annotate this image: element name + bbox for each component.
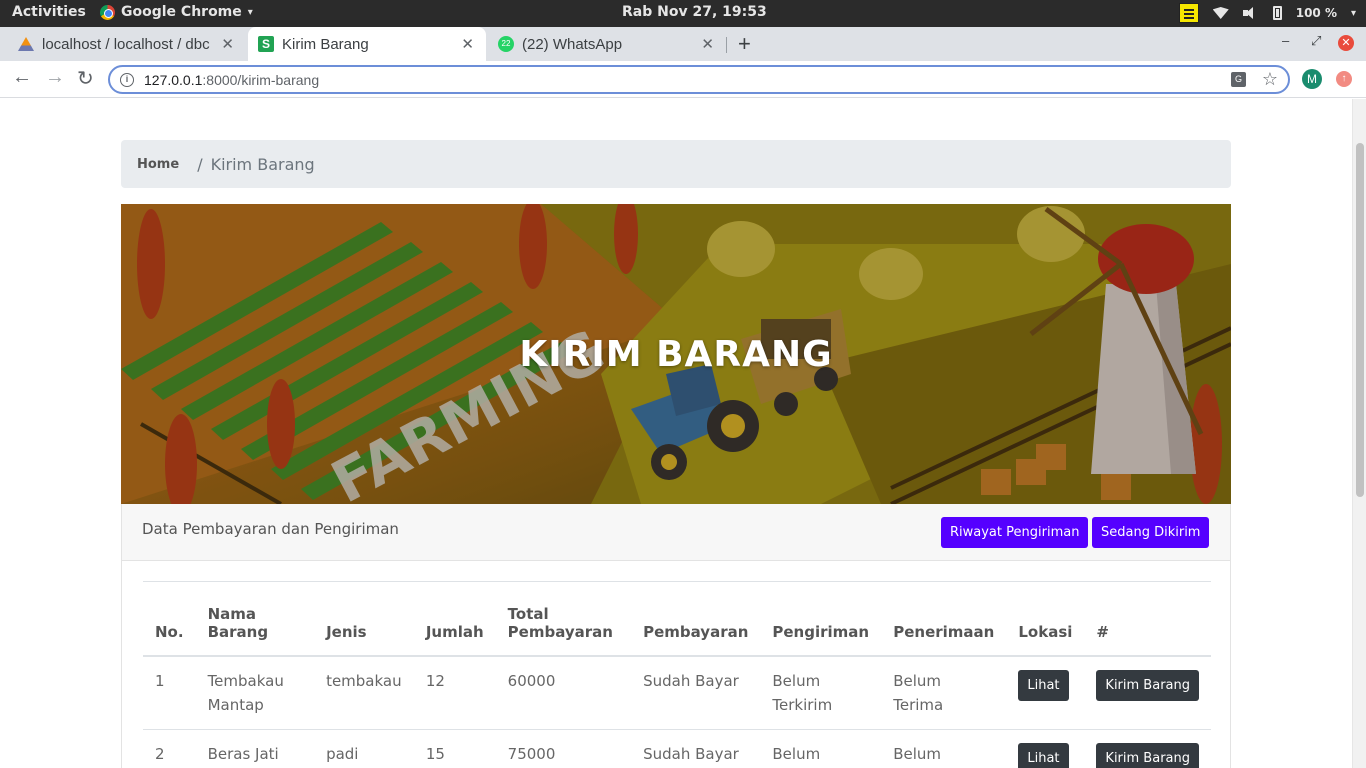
cell-no: 1 bbox=[143, 655, 196, 730]
tab-title: (22) WhatsApp bbox=[522, 35, 623, 53]
back-arrow-icon[interactable]: ← bbox=[12, 66, 32, 89]
translate-icon[interactable]: G bbox=[1231, 72, 1246, 87]
close-icon[interactable]: ✕ bbox=[701, 35, 714, 53]
cell-pengiriman: Belum bbox=[760, 729, 882, 768]
bookmark-star-icon[interactable]: ☆ bbox=[1262, 69, 1278, 90]
tab-kirim-barang[interactable]: S Kirim Barang ✕ bbox=[248, 27, 486, 61]
cell-penerimaan: Belum Terima bbox=[881, 655, 1007, 730]
chrome-icon bbox=[100, 4, 115, 20]
volume-icon bbox=[1242, 7, 1259, 19]
site-info-icon[interactable]: i bbox=[120, 72, 134, 87]
whatsapp-icon: 22 bbox=[498, 36, 514, 52]
url-host: 127.0.0.1 bbox=[144, 71, 203, 88]
cell-lokasi: Lihat bbox=[1006, 729, 1085, 768]
column-header: Total Pembayaran bbox=[495, 581, 632, 657]
breadcrumb-home-link[interactable]: Home bbox=[137, 157, 179, 172]
lihat-button[interactable]: Lihat bbox=[1018, 669, 1069, 701]
sedang-dikirim-button[interactable]: Sedang Dikirim bbox=[1092, 517, 1210, 548]
phpmyadmin-icon bbox=[18, 37, 34, 51]
column-header: Pengiriman bbox=[760, 581, 882, 657]
tab-divider bbox=[726, 37, 727, 53]
table-row: 1 Tembakau Mantap tembakau 12 60000 Suda… bbox=[143, 655, 1211, 730]
column-header: Nama Barang bbox=[195, 581, 315, 657]
cell-pembayaran: Sudah Bayar bbox=[631, 655, 761, 730]
breadcrumb: Home / Kirim Barang bbox=[121, 140, 1231, 188]
page-title: KIRIM BARANG bbox=[519, 334, 833, 375]
card-body: No. Nama Barang Jenis Jumlah Total Pemba… bbox=[121, 561, 1231, 768]
system-top-bar: Activities Google Chrome ▾ Rab Nov 27, 1… bbox=[0, 0, 1366, 27]
tab-title: Kirim Barang bbox=[282, 35, 369, 53]
cell-aksi: Kirim Barang bbox=[1084, 729, 1211, 768]
table-header-row: No. Nama Barang Jenis Jumlah Total Pemba… bbox=[143, 581, 1211, 657]
cell-nama-barang: Tembakau Mantap bbox=[195, 655, 315, 730]
cell-no: 2 bbox=[143, 729, 196, 768]
cell-nama-barang: Beras Jati bbox=[195, 729, 315, 768]
scrollbar-thumb[interactable] bbox=[1356, 143, 1364, 497]
browser-toolbar: ← → ↻ i 127.0.0.1:8000/kirim-barang G ☆ … bbox=[0, 61, 1366, 98]
maximize-button[interactable]: ⤢ bbox=[1311, 33, 1321, 49]
page-viewport: Home / Kirim Barang FARMING KIRIM BARANG… bbox=[0, 99, 1366, 768]
page-scrollbar[interactable] bbox=[1352, 99, 1366, 768]
new-tab-button[interactable]: + bbox=[738, 31, 751, 57]
kirim-barang-button[interactable]: Kirim Barang bbox=[1096, 742, 1199, 768]
chevron-down-icon: ▾ bbox=[247, 6, 253, 18]
app-menu[interactable]: Google Chrome ▾ bbox=[100, 4, 253, 20]
clock[interactable]: Rab Nov 27, 19:53 bbox=[622, 4, 767, 20]
cell-lokasi: Lihat bbox=[1006, 655, 1085, 730]
notes-indicator-icon[interactable] bbox=[1178, 3, 1199, 23]
tab-strip: localhost / localhost / dbc ✕ S Kirim Ba… bbox=[0, 27, 1366, 61]
breadcrumb-current: Kirim Barang bbox=[210, 154, 315, 174]
window-close-button[interactable]: ✕ bbox=[1338, 35, 1354, 51]
cell-pembayaran: Sudah Bayar bbox=[631, 729, 761, 768]
tab-whatsapp[interactable]: 22 (22) WhatsApp ✕ bbox=[488, 27, 726, 61]
battery-percent: 100 % bbox=[1295, 6, 1337, 20]
url-path: :8000/kirim-barang bbox=[202, 71, 320, 88]
url-text[interactable]: 127.0.0.1:8000/kirim-barang bbox=[144, 72, 319, 88]
activities-button[interactable]: Activities bbox=[12, 4, 86, 20]
kirim-barang-button[interactable]: Kirim Barang bbox=[1096, 669, 1199, 701]
breadcrumb-separator: / bbox=[197, 154, 203, 174]
app-name: Google Chrome bbox=[121, 4, 242, 20]
update-icon[interactable]: ↑ bbox=[1336, 71, 1352, 87]
cell-jumlah: 12 bbox=[413, 655, 496, 730]
lihat-button[interactable]: Lihat bbox=[1018, 742, 1069, 768]
cell-aksi: Kirim Barang bbox=[1084, 655, 1211, 730]
card-title: Data Pembayaran dan Pengiriman bbox=[142, 520, 399, 538]
cell-total: 75000 bbox=[495, 729, 632, 768]
cell-jenis: tembakau bbox=[314, 655, 414, 730]
column-header: # bbox=[1084, 581, 1211, 657]
riwayat-pengiriman-button[interactable]: Riwayat Pengiriman bbox=[941, 517, 1089, 548]
minimize-button[interactable]: – bbox=[1282, 33, 1289, 48]
shipment-table: No. Nama Barang Jenis Jumlah Total Pemba… bbox=[143, 581, 1211, 768]
column-header: No. bbox=[143, 581, 196, 657]
forward-arrow-icon[interactable]: → bbox=[45, 66, 65, 89]
close-icon[interactable]: ✕ bbox=[461, 35, 474, 53]
cell-jumlah: 15 bbox=[413, 729, 496, 768]
column-header: Jumlah bbox=[413, 581, 496, 657]
column-header: Lokasi bbox=[1006, 581, 1085, 657]
close-icon[interactable]: ✕ bbox=[221, 35, 234, 53]
column-header: Penerimaan bbox=[881, 581, 1007, 657]
battery-icon bbox=[1272, 6, 1282, 20]
address-bar[interactable]: i 127.0.0.1:8000/kirim-barang G ☆ bbox=[108, 65, 1290, 94]
table-row: 2 Beras Jati padi 15 75000 Sudah Bayar B… bbox=[143, 729, 1211, 768]
system-tray[interactable]: 100 % ▾ bbox=[1178, 3, 1356, 23]
hero-banner: FARMING KIRIM BARANG bbox=[121, 204, 1231, 504]
cell-jenis: padi bbox=[314, 729, 414, 768]
cell-pengiriman: Belum Terkirim bbox=[760, 655, 882, 730]
wifi-icon bbox=[1212, 7, 1229, 19]
column-header: Pembayaran bbox=[631, 581, 761, 657]
chevron-down-icon: ▾ bbox=[1350, 7, 1356, 19]
tab-title: localhost / localhost / dbc bbox=[42, 35, 210, 53]
cell-penerimaan: Belum bbox=[881, 729, 1007, 768]
column-header: Jenis bbox=[314, 581, 414, 657]
site-favicon-icon: S bbox=[258, 36, 274, 52]
cell-total: 60000 bbox=[495, 655, 632, 730]
tab-phpmyadmin[interactable]: localhost / localhost / dbc ✕ bbox=[8, 27, 246, 61]
profile-avatar[interactable]: M bbox=[1302, 69, 1322, 89]
reload-icon[interactable]: ↻ bbox=[77, 66, 94, 91]
card-header: Data Pembayaran dan Pengiriman Riwayat P… bbox=[121, 504, 1231, 561]
